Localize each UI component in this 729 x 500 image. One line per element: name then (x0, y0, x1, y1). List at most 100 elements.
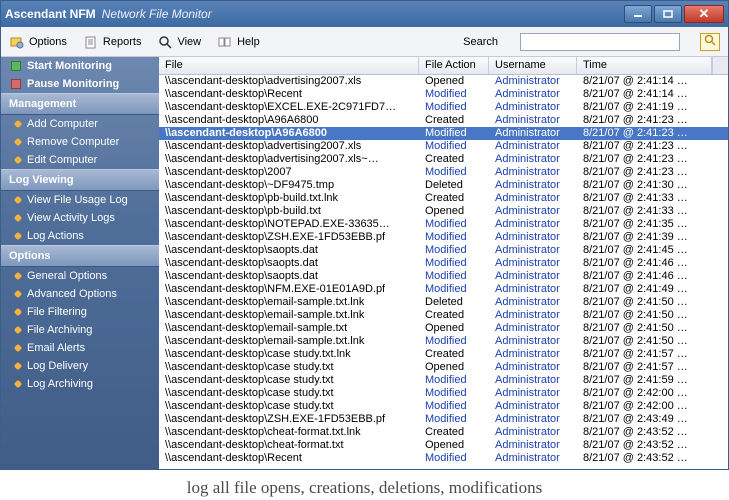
minimize-button[interactable] (624, 5, 652, 23)
table-row[interactable]: \\ascendant-desktop\case study.txtModifi… (159, 400, 728, 413)
search-input[interactable] (520, 33, 680, 51)
cell-user: Administrator (489, 179, 577, 192)
options-button[interactable]: Options (9, 34, 67, 50)
table-row[interactable]: \\ascendant-desktop\pb-build.txtOpenedAd… (159, 205, 728, 218)
sidebar-item-advanced-options[interactable]: Advanced Options (1, 285, 159, 303)
sidebar-item-email-alerts[interactable]: Email Alerts (1, 339, 159, 357)
cell-action: Created (419, 192, 489, 205)
table-row[interactable]: \\ascendant-desktop\advertising2007.xlsM… (159, 140, 728, 153)
table-row[interactable]: \\ascendant-desktop\NOTEPAD.EXE-33635…Mo… (159, 218, 728, 231)
cell-user: Administrator (489, 335, 577, 348)
sidebar-item-file-archiving[interactable]: File Archiving (1, 321, 159, 339)
cell-action: Created (419, 153, 489, 166)
sidebar-item-general-options[interactable]: General Options (1, 267, 159, 285)
reports-button[interactable]: Reports (83, 34, 142, 50)
cell-action: Modified (419, 140, 489, 153)
cell-action: Modified (419, 244, 489, 257)
table-row[interactable]: \\ascendant-desktop\email-sample.txtOpen… (159, 322, 728, 335)
col-user[interactable]: Username (489, 57, 577, 74)
table-row[interactable]: \\ascendant-desktop\case study.txtOpened… (159, 361, 728, 374)
sidebar-item-edit-computer[interactable]: Edit Computer (1, 151, 159, 169)
cell-action: Created (419, 348, 489, 361)
sidebar-item-log-delivery[interactable]: Log Delivery (1, 357, 159, 375)
sidebar-pause-monitoring[interactable]: Pause Monitoring (1, 75, 159, 93)
cell-time: 8/21/07 @ 2:41:57 … (577, 348, 728, 361)
table-row[interactable]: \\ascendant-desktop\A96A6800CreatedAdmin… (159, 114, 728, 127)
sidebar-header-options: Options (1, 245, 159, 267)
table-row[interactable]: \\ascendant-desktop\saopts.datModifiedAd… (159, 244, 728, 257)
cell-user: Administrator (489, 140, 577, 153)
cell-file: \\ascendant-desktop\Recent (159, 452, 419, 465)
cell-file: \\ascendant-desktop\Recent (159, 88, 419, 101)
cell-user: Administrator (489, 322, 577, 335)
cell-time: 8/21/07 @ 2:42:00 … (577, 387, 728, 400)
sidebar-item-remove-computer[interactable]: Remove Computer (1, 133, 159, 151)
cell-file: \\ascendant-desktop\advertising2007.xls (159, 75, 419, 88)
cell-user: Administrator (489, 361, 577, 374)
table-row[interactable]: \\ascendant-desktop\EXCEL.EXE-2C971FD7…M… (159, 101, 728, 114)
search-button[interactable] (700, 33, 720, 51)
cell-user: Administrator (489, 426, 577, 439)
cell-time: 8/21/07 @ 2:43:52 … (577, 452, 728, 465)
cell-user: Administrator (489, 88, 577, 101)
sidebar-item-file-filtering[interactable]: File Filtering (1, 303, 159, 321)
cell-time: 8/21/07 @ 2:41:33 … (577, 205, 728, 218)
cell-time: 8/21/07 @ 2:41:23 … (577, 114, 728, 127)
sidebar-item-log-archiving[interactable]: Log Archiving (1, 375, 159, 393)
toolbar: Options Reports View Help Search (1, 27, 728, 57)
cell-time: 8/21/07 @ 2:41:50 … (577, 296, 728, 309)
view-button[interactable]: View (157, 34, 201, 50)
sidebar-item-label: Edit Computer (27, 154, 97, 166)
cell-user: Administrator (489, 439, 577, 452)
table-row[interactable]: \\ascendant-desktop\case study.txt.lnkCr… (159, 348, 728, 361)
table-row[interactable]: \\ascendant-desktop\ZSH.EXE-1FD53EBB.pfM… (159, 231, 728, 244)
sidebar-item-label: Email Alerts (27, 342, 85, 354)
table-row[interactable]: \\ascendant-desktop\RecentModifiedAdmini… (159, 452, 728, 465)
table-row[interactable]: \\ascendant-desktop\2007ModifiedAdminist… (159, 166, 728, 179)
table-row[interactable]: \\ascendant-desktop\case study.txtModifi… (159, 374, 728, 387)
cell-action: Modified (419, 335, 489, 348)
col-action[interactable]: File Action (419, 57, 489, 74)
cell-action: Modified (419, 101, 489, 114)
bullet-icon (14, 214, 22, 222)
sidebar-item-label: Remove Computer (27, 136, 119, 148)
cell-action: Deleted (419, 179, 489, 192)
table-row[interactable]: \\ascendant-desktop\RecentModifiedAdmini… (159, 88, 728, 101)
sidebar-item-add-computer[interactable]: Add Computer (1, 115, 159, 133)
table-row[interactable]: \\ascendant-desktop\saopts.datModifiedAd… (159, 270, 728, 283)
table-row[interactable]: \\ascendant-desktop\~DF9475.tmpDeletedAd… (159, 179, 728, 192)
cell-user: Administrator (489, 374, 577, 387)
cell-time: 8/21/07 @ 2:41:33 … (577, 192, 728, 205)
sidebar-item-label: Log Delivery (27, 360, 88, 372)
cell-file: \\ascendant-desktop\pb-build.txt (159, 205, 419, 218)
sidebar-start-monitoring[interactable]: Start Monitoring (1, 57, 159, 75)
table-row[interactable]: \\ascendant-desktop\email-sample.txt.lnk… (159, 309, 728, 322)
table-row[interactable]: \\ascendant-desktop\case study.txtModifi… (159, 387, 728, 400)
scrollbar-head (712, 57, 728, 74)
table-row[interactable]: \\ascendant-desktop\cheat-format.txt.lnk… (159, 426, 728, 439)
cell-time: 8/21/07 @ 2:41:23 … (577, 127, 728, 140)
table-row[interactable]: \\ascendant-desktop\advertising2007.xls~… (159, 153, 728, 166)
table-row[interactable]: \\ascendant-desktop\pb-build.txt.lnkCrea… (159, 192, 728, 205)
maximize-button[interactable] (654, 5, 682, 23)
cell-user: Administrator (489, 205, 577, 218)
col-time[interactable]: Time (577, 57, 712, 74)
close-button[interactable]: ✕ (684, 5, 724, 23)
table-row[interactable]: \\ascendant-desktop\A96A6800ModifiedAdmi… (159, 127, 728, 140)
app-title: Ascendant NFM (5, 7, 96, 21)
table-row[interactable]: \\ascendant-desktop\NFM.EXE-01E01A9D.pfM… (159, 283, 728, 296)
reports-icon (83, 34, 99, 50)
table-row[interactable]: \\ascendant-desktop\cheat-format.txtOpen… (159, 439, 728, 452)
table-row[interactable]: \\ascendant-desktop\email-sample.txt.lnk… (159, 296, 728, 309)
cell-user: Administrator (489, 166, 577, 179)
table-row[interactable]: \\ascendant-desktop\saopts.datModifiedAd… (159, 257, 728, 270)
sidebar-item-view-activity-logs[interactable]: View Activity Logs (1, 209, 159, 227)
table-row[interactable]: \\ascendant-desktop\ZSH.EXE-1FD53EBB.pfM… (159, 413, 728, 426)
sidebar-item-label: General Options (27, 270, 107, 282)
col-file[interactable]: File (159, 57, 419, 74)
help-button[interactable]: Help (217, 34, 260, 50)
sidebar-item-view-file-usage-log[interactable]: View File Usage Log (1, 191, 159, 209)
sidebar-item-log-actions[interactable]: Log Actions (1, 227, 159, 245)
table-row[interactable]: \\ascendant-desktop\email-sample.txt.lnk… (159, 335, 728, 348)
table-row[interactable]: \\ascendant-desktop\advertising2007.xlsO… (159, 75, 728, 88)
